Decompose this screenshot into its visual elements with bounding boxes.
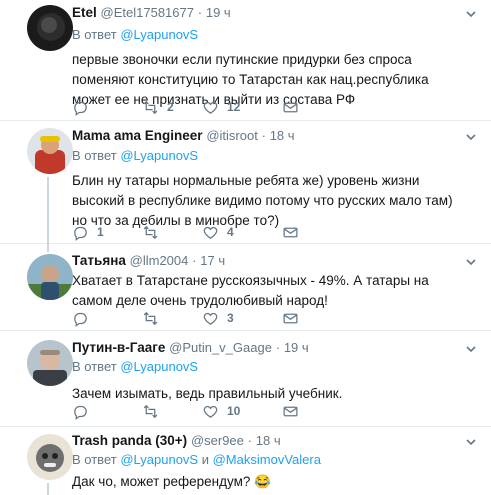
chevron-down-icon[interactable]	[465, 256, 477, 268]
dm-icon	[283, 313, 298, 323]
thread-line	[47, 483, 49, 495]
retweet-icon	[143, 404, 158, 418]
like-count: 12	[227, 100, 241, 114]
like-count: 10	[227, 404, 241, 418]
reply-button[interactable]	[72, 401, 97, 421]
retweet-button[interactable]: 2	[142, 97, 174, 117]
dm-button[interactable]	[282, 97, 299, 117]
tweet-2[interactable]: Mama ama Engineer @itisroot · 18 ч В отв…	[0, 121, 491, 244]
like-icon	[203, 312, 218, 325]
dm-icon	[283, 102, 298, 112]
timestamp[interactable]: 18 ч	[270, 128, 295, 143]
retweet-button[interactable]	[142, 308, 167, 328]
reply-context: В ответ @LyapunovS	[72, 148, 199, 163]
reply-button[interactable]	[72, 97, 97, 117]
timestamp[interactable]: 19 ч	[284, 340, 309, 355]
chevron-down-icon[interactable]	[465, 131, 477, 143]
reply-to-link[interactable]: @LyapunovS	[120, 148, 198, 163]
tweet-header: Mama ama Engineer @itisroot · 18 ч	[72, 128, 295, 143]
dm-button[interactable]	[282, 401, 299, 421]
reply-to-link-2[interactable]: @MaksimovValera	[213, 452, 321, 467]
timestamp[interactable]: 17 ч	[200, 253, 225, 268]
retweet-icon	[143, 100, 158, 114]
avatar[interactable]	[27, 254, 73, 300]
display-name[interactable]: Etel	[72, 5, 97, 20]
user-handle[interactable]: @ser9ee	[191, 433, 244, 448]
retweet-count: 2	[167, 100, 174, 114]
tweet-text: Дак чо, может референдум? 😂	[72, 474, 271, 489]
dm-button[interactable]	[282, 222, 299, 242]
tweet-header: Татьяна @llm2004 · 17 ч	[72, 253, 226, 268]
chevron-down-icon[interactable]	[465, 436, 477, 448]
timestamp[interactable]: 19 ч	[206, 5, 231, 20]
dm-icon	[283, 227, 298, 237]
like-button[interactable]: 3	[202, 308, 234, 328]
reply-icon	[74, 226, 87, 241]
thread-line	[47, 244, 49, 252]
avatar[interactable]	[27, 340, 73, 386]
like-count: 4	[227, 225, 234, 239]
user-handle[interactable]: @llm2004	[130, 253, 189, 268]
like-count: 3	[227, 311, 234, 325]
display-name[interactable]: Путин-в-Гааге	[72, 340, 165, 355]
avatar[interactable]	[27, 128, 73, 174]
reply-button[interactable]	[72, 308, 97, 328]
retweet-icon	[143, 311, 158, 325]
dm-icon	[283, 406, 298, 416]
like-icon	[203, 405, 218, 418]
user-handle[interactable]: @Etel17581677	[101, 5, 194, 20]
tweet-3[interactable]: Татьяна @llm2004 · 17 ч Хватает в Татарс…	[0, 244, 491, 331]
reply-count: 1	[97, 225, 104, 239]
tweet-text: Хватает в Татарстане русскоязычных - 49%…	[72, 273, 429, 308]
reply-icon	[74, 405, 87, 420]
display-name[interactable]: Mama ama Engineer	[72, 128, 203, 143]
reply-icon	[74, 101, 87, 116]
reply-context: В ответ @LyapunovS	[72, 27, 199, 42]
retweet-icon	[143, 225, 158, 239]
timestamp[interactable]: 18 ч	[256, 433, 281, 448]
avatar[interactable]	[27, 5, 73, 51]
like-icon	[203, 226, 218, 239]
chevron-down-icon[interactable]	[465, 8, 477, 20]
retweet-button[interactable]	[142, 222, 167, 242]
thread-line	[47, 177, 49, 244]
retweet-button[interactable]	[142, 401, 167, 421]
reply-context: В ответ @LyapunovS	[72, 359, 199, 374]
like-icon	[203, 101, 218, 114]
tweet-header: Путин-в-Гааге @Putin_v_Gaage · 19 ч	[72, 340, 309, 355]
like-button[interactable]: 12	[202, 97, 240, 117]
tweet-1[interactable]: Etel @Etel17581677 · 19 ч В ответ @Lyapu…	[0, 0, 491, 121]
dm-button[interactable]	[282, 308, 299, 328]
tweet-4[interactable]: Путин-в-Гааге @Putin_v_Gaage · 19 ч В от…	[0, 331, 491, 427]
reply-context: В ответ @LyapunovS и @MaksimovValera	[72, 452, 321, 467]
reply-icon	[74, 312, 87, 327]
display-name[interactable]: Татьяна	[72, 253, 126, 268]
like-button[interactable]: 10	[202, 401, 240, 421]
reply-to-link[interactable]: @LyapunovS	[120, 452, 198, 467]
user-handle[interactable]: @itisroot	[206, 128, 258, 143]
display-name[interactable]: Trash panda (30+)	[72, 433, 187, 448]
chevron-down-icon[interactable]	[465, 343, 477, 355]
tweet-5[interactable]: Trash panda (30+) @ser9ee · 18 ч В ответ…	[0, 427, 491, 495]
avatar[interactable]	[27, 434, 73, 480]
tweet-header: Trash panda (30+) @ser9ee · 18 ч	[72, 433, 281, 448]
reply-button[interactable]: 1	[72, 222, 104, 242]
user-handle[interactable]: @Putin_v_Gaage	[169, 340, 272, 355]
like-button[interactable]: 4	[202, 222, 234, 242]
tweet-header: Etel @Etel17581677 · 19 ч	[72, 5, 231, 20]
reply-to-link[interactable]: @LyapunovS	[120, 27, 198, 42]
reply-to-link[interactable]: @LyapunovS	[120, 359, 198, 374]
